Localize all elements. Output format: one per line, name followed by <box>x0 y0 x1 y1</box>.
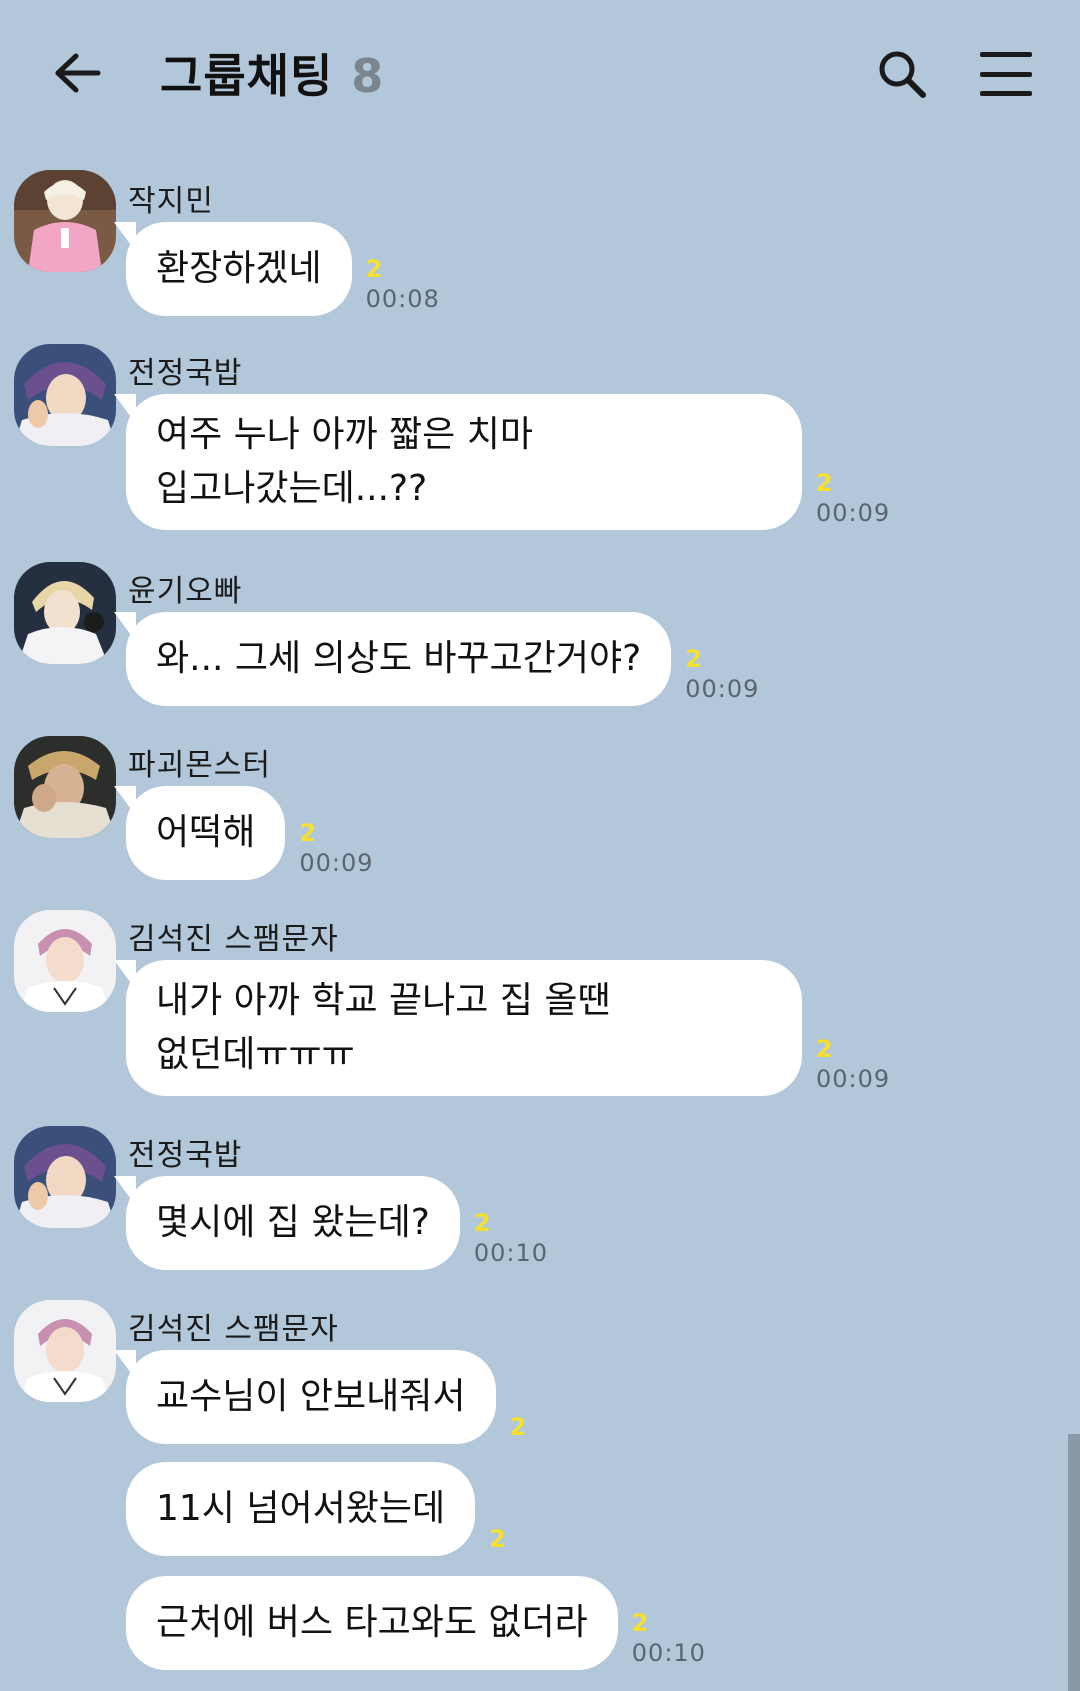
back-button[interactable] <box>50 45 106 101</box>
message-meta: 2 00:08 <box>366 254 440 314</box>
unread-count: 2 <box>816 1035 833 1063</box>
message-bubble[interactable]: 여주 누나 아까 짧은 치마 입고나갔는데...?? <box>114 394 802 530</box>
message-row: 여주 누나 아까 짧은 치마 입고나갔는데...?? 2 00:09 <box>114 394 890 530</box>
message-bubble[interactable]: 근처에 버스 타고와도 없더라 <box>126 1576 618 1670</box>
message-bubble[interactable]: 교수님이 안보내줘서 <box>114 1350 496 1444</box>
message-meta: 2 00:09 <box>816 468 890 528</box>
message-time: 00:09 <box>299 849 374 877</box>
message-time: 00:09 <box>816 499 891 527</box>
message-row: 환장하겠네 2 00:08 <box>114 222 440 316</box>
avatar[interactable] <box>14 170 116 272</box>
unread-count: 2 <box>489 1525 506 1553</box>
unread-count: 2 <box>365 255 383 283</box>
menu-button[interactable] <box>980 48 1032 100</box>
message-row: 어떡해 2 00:09 <box>113 786 374 880</box>
message-meta: 2 <box>489 1524 506 1554</box>
unread-count: 2 <box>509 1413 527 1441</box>
avatar[interactable] <box>14 1300 116 1402</box>
avatar[interactable] <box>14 344 116 446</box>
chat-title: 그룹채팅 8 <box>160 40 383 110</box>
sender-name: 김석진 스팸문자 <box>128 922 339 957</box>
message-time: 00:09 <box>816 1065 891 1093</box>
sender-name: 작지민 <box>128 184 214 219</box>
message-meta: 2 <box>510 1412 527 1442</box>
message-row: 근처에 버스 타고와도 없더라 2 00:10 <box>126 1576 706 1670</box>
avatar[interactable] <box>14 910 116 1012</box>
hamburger-menu-icon <box>980 91 1032 96</box>
avatar[interactable] <box>14 736 116 838</box>
unread-count: 2 <box>685 645 702 673</box>
message-row: 교수님이 안보내줘서 2 <box>114 1350 527 1444</box>
hamburger-menu-icon <box>980 71 1032 77</box>
message-time: 00:10 <box>473 1239 549 1267</box>
message-meta: 2 00:09 <box>816 1034 890 1094</box>
message-bubble[interactable]: 환장하겠네 <box>114 222 352 316</box>
sender-name: 전정국밥 <box>128 356 243 391</box>
message-meta: 2 00:10 <box>632 1608 706 1668</box>
message-bubble[interactable]: 와... 그세 의상도 바꾸고간거야? <box>113 612 672 706</box>
message-time: 00:09 <box>685 675 760 703</box>
message-row: 내가 아까 학교 끝나고 집 올땐 없던데ㅠㅠㅠ 2 00:09 <box>114 960 890 1096</box>
member-count: 8 <box>351 49 384 103</box>
message-row: 몇시에 집 왔는데? 2 00:10 <box>114 1176 548 1270</box>
message-bubble[interactable]: 내가 아까 학교 끝나고 집 올땐 없던데ㅠㅠㅠ <box>114 960 802 1096</box>
message-bubble[interactable]: 몇시에 집 왔는데? <box>114 1176 460 1270</box>
sender-name: 전정국밥 <box>128 1138 243 1173</box>
scrollbar[interactable] <box>1068 1434 1080 1691</box>
hamburger-menu-icon <box>980 52 1032 57</box>
unread-count: 2 <box>299 819 317 847</box>
search-button[interactable] <box>872 44 932 104</box>
message-bubble[interactable]: 11시 넘어서왔는데 <box>126 1462 476 1556</box>
search-icon <box>879 51 926 98</box>
message-meta: 2 00:10 <box>474 1208 548 1268</box>
unread-count: 2 <box>631 1609 649 1637</box>
sender-name: 윤기오빠 <box>128 574 243 609</box>
sender-name: 파괴몬스터 <box>128 748 271 783</box>
unread-count: 2 <box>816 469 833 497</box>
unread-count: 2 <box>473 1209 491 1237</box>
message-time: 00:08 <box>365 285 440 313</box>
message-row: 와... 그세 의상도 바꾸고간거야? 2 00:09 <box>113 612 759 706</box>
message-meta: 2 00:09 <box>299 818 373 878</box>
chat-header: 그룹채팅 8 <box>0 0 1080 150</box>
message-meta: 2 00:09 <box>685 644 759 704</box>
message-time: 00:10 <box>631 1639 706 1667</box>
avatar[interactable] <box>14 562 116 664</box>
chat-title-text: 그룹채팅 <box>160 49 334 103</box>
arrow-left-icon <box>55 53 101 93</box>
avatar[interactable] <box>14 1126 116 1228</box>
message-bubble[interactable]: 어떡해 <box>113 786 286 880</box>
sender-name: 김석진 스팸문자 <box>128 1312 339 1347</box>
message-row: 11시 넘어서왔는데 2 <box>126 1462 506 1556</box>
